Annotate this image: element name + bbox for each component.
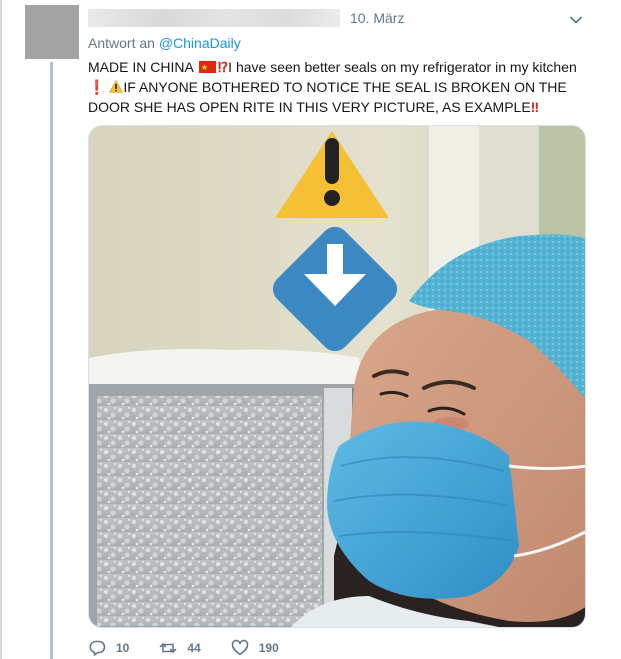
reply-handle-link[interactable]: @ChinaDaily: [159, 35, 241, 51]
like-count: 190: [258, 641, 279, 655]
red-exclamation-icon: ❗: [88, 79, 106, 95]
retweet-icon[interactable]: [159, 639, 177, 657]
retweet-action[interactable]: 44: [159, 639, 201, 657]
chevron-down-icon[interactable]: [568, 12, 584, 28]
reply-prefix: Antwort an: [88, 35, 155, 51]
thread-connector-line: [50, 62, 53, 659]
tweet-text-part1: MADE IN CHINA: [88, 59, 194, 75]
tweet-container[interactable]: 10. März Antwort an @ChinaDaily MADE IN …: [0, 0, 621, 659]
like-action[interactable]: 190: [231, 639, 279, 657]
tweet-text-part3: IF ANYONE BOTHERED TO NOTICE THE SEAL IS…: [88, 79, 567, 115]
tweet-text: MADE IN CHINA ⁉I have seen better seals …: [88, 57, 588, 117]
warning-sign-icon: [109, 80, 124, 93]
reply-icon[interactable]: [88, 639, 106, 657]
retweet-count: 44: [187, 641, 201, 655]
double-exclamation-icon: ‼: [530, 99, 540, 115]
china-flag-icon: [198, 58, 216, 78]
photo-illustration: [89, 126, 585, 627]
panel-border: [0, 0, 2, 659]
heart-icon[interactable]: [231, 639, 249, 657]
reply-count: 10: [116, 641, 130, 655]
tweet-header: 10. März: [88, 8, 404, 28]
frost-panel: [97, 396, 322, 626]
frost-seal-top: [89, 349, 364, 388]
avatar[interactable]: [25, 5, 79, 59]
tweet-media-photo[interactable]: [88, 125, 586, 628]
reply-action[interactable]: 10: [88, 639, 129, 657]
author-name-redacted[interactable]: [88, 9, 340, 27]
tweet-text-part2: I have seen better seals on my refrigera…: [228, 59, 577, 75]
tweet-actions: 10 44 190: [88, 638, 309, 658]
tweet-date[interactable]: 10. März: [350, 10, 404, 26]
exclamation-question-icon: ⁉: [217, 59, 229, 75]
reply-context: Antwort an @ChinaDaily: [88, 35, 241, 51]
